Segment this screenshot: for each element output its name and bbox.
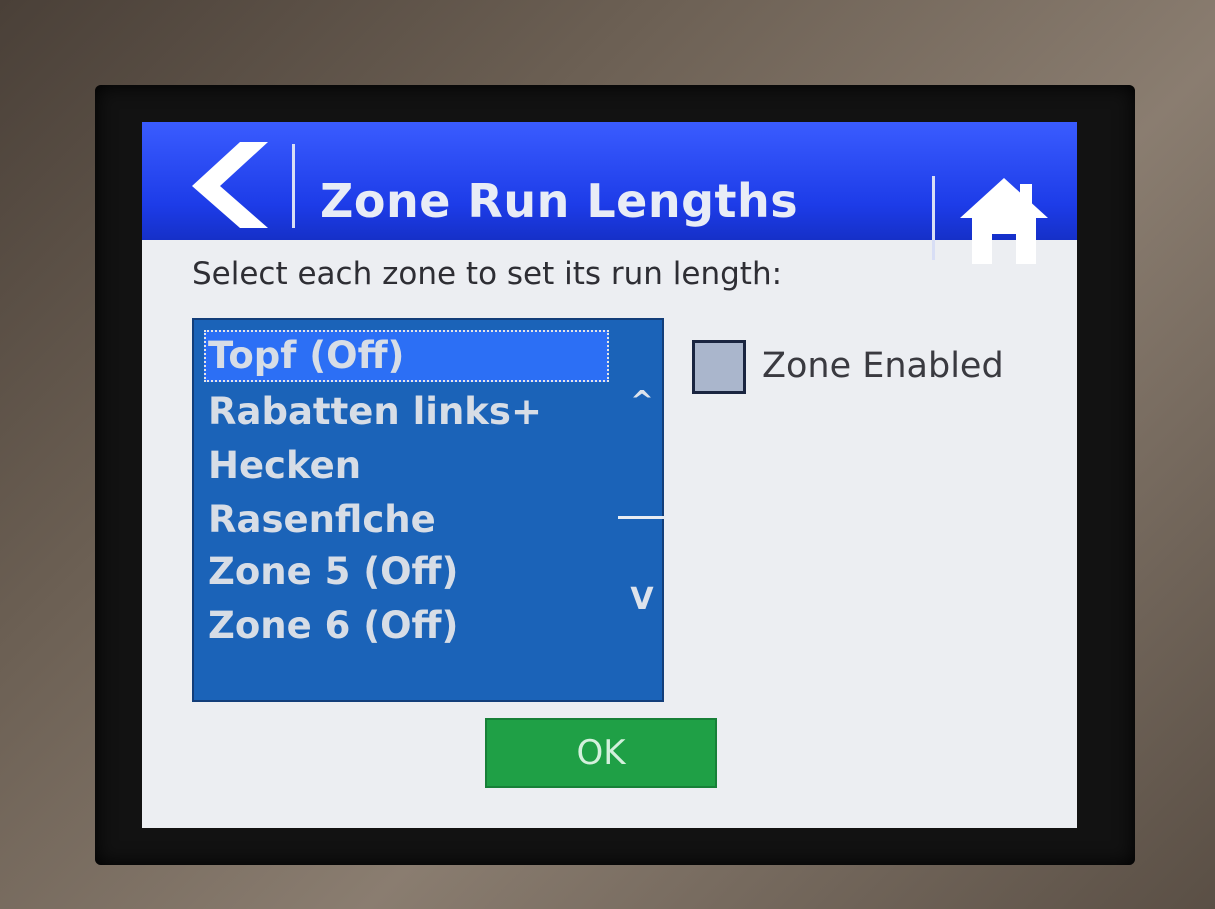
header-divider bbox=[292, 144, 295, 228]
header-bar: Zone Run Lengths bbox=[142, 122, 1077, 264]
touch-screen: Zone Run Lengths Select each zone to set… bbox=[142, 122, 1077, 828]
zone-enabled-label: Zone Enabled bbox=[762, 346, 1004, 386]
scrollbar-thumb[interactable] bbox=[618, 516, 666, 519]
zone-item[interactable]: Rasenflche bbox=[204, 494, 609, 546]
scroll-up-button[interactable]: ^ bbox=[624, 384, 660, 417]
ok-button[interactable]: OK bbox=[485, 718, 717, 788]
home-icon bbox=[960, 178, 1048, 264]
scroll-down-button[interactable]: V bbox=[624, 582, 660, 617]
device-bezel: Zone Run Lengths Select each zone to set… bbox=[0, 0, 1215, 909]
zone-enabled-checkbox[interactable] bbox=[692, 340, 746, 394]
page-title: Zone Run Lengths bbox=[320, 174, 799, 228]
zone-list[interactable]: Topf (Off) Rabatten links+ Hecken Rasenf… bbox=[192, 318, 666, 702]
zone-item[interactable]: Topf (Off) bbox=[204, 330, 609, 382]
zone-item[interactable]: Zone 6 (Off) bbox=[204, 600, 609, 652]
header-divider bbox=[932, 176, 935, 260]
instruction-text: Select each zone to set its run length: bbox=[192, 256, 783, 292]
zone-item[interactable]: Zone 5 (Off) bbox=[204, 546, 609, 598]
chevron-left-icon bbox=[192, 142, 268, 228]
home-button[interactable] bbox=[954, 172, 1054, 272]
back-button[interactable] bbox=[164, 138, 284, 230]
zone-item[interactable]: Rabatten links+ bbox=[204, 386, 609, 438]
zone-item[interactable]: Hecken bbox=[204, 440, 609, 492]
